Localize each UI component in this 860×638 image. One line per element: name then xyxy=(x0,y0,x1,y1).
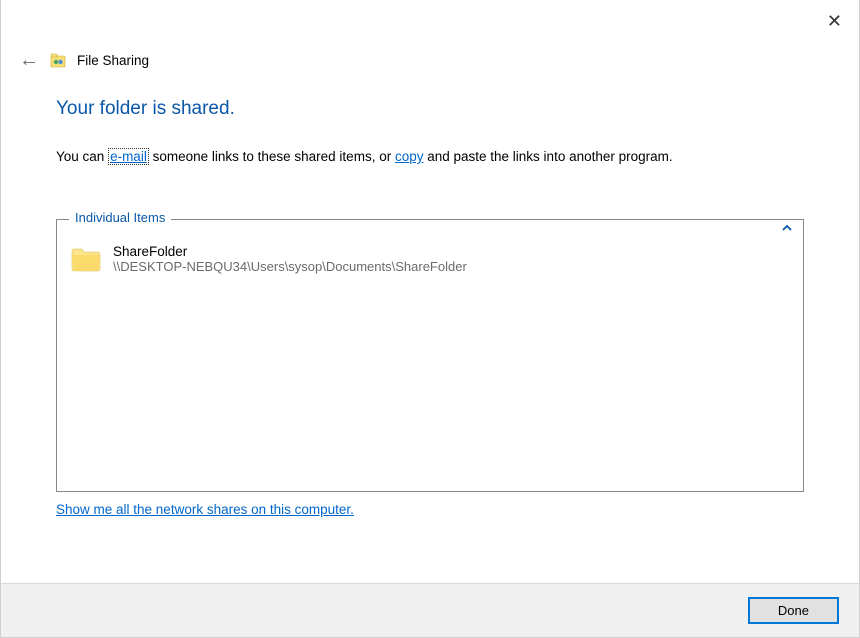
desc-prefix: You can xyxy=(56,149,108,164)
done-button[interactable]: Done xyxy=(748,597,839,624)
back-arrow-icon[interactable]: ← xyxy=(19,50,39,70)
collapse-chevron-icon[interactable] xyxy=(781,222,793,236)
copy-link[interactable]: copy xyxy=(395,149,424,164)
window-title: File Sharing xyxy=(77,53,149,68)
folder-icon xyxy=(71,246,101,272)
individual-items-frame: Individual Items ShareFolder \\DESKTOP-N… xyxy=(56,219,804,492)
dialog-footer: Done xyxy=(1,583,859,637)
desc-suffix: and paste the links into another program… xyxy=(423,149,672,164)
page-heading: Your folder is shared. xyxy=(56,98,804,120)
item-path: \\DESKTOP-NEBQU34\Users\sysop\Documents\… xyxy=(113,259,467,274)
shared-item-row[interactable]: ShareFolder \\DESKTOP-NEBQU34\Users\syso… xyxy=(71,242,789,276)
items-legend: Individual Items xyxy=(69,210,171,225)
item-name: ShareFolder xyxy=(113,244,467,259)
close-icon[interactable]: ✕ xyxy=(827,12,842,30)
desc-mid1: someone links to these shared items, or xyxy=(149,149,395,164)
file-sharing-icon xyxy=(49,51,67,69)
description-text: You can e-mail someone links to these sh… xyxy=(56,148,804,167)
email-link[interactable]: e-mail xyxy=(108,148,149,165)
network-shares-link[interactable]: Show me all the network shares on this c… xyxy=(56,502,354,517)
